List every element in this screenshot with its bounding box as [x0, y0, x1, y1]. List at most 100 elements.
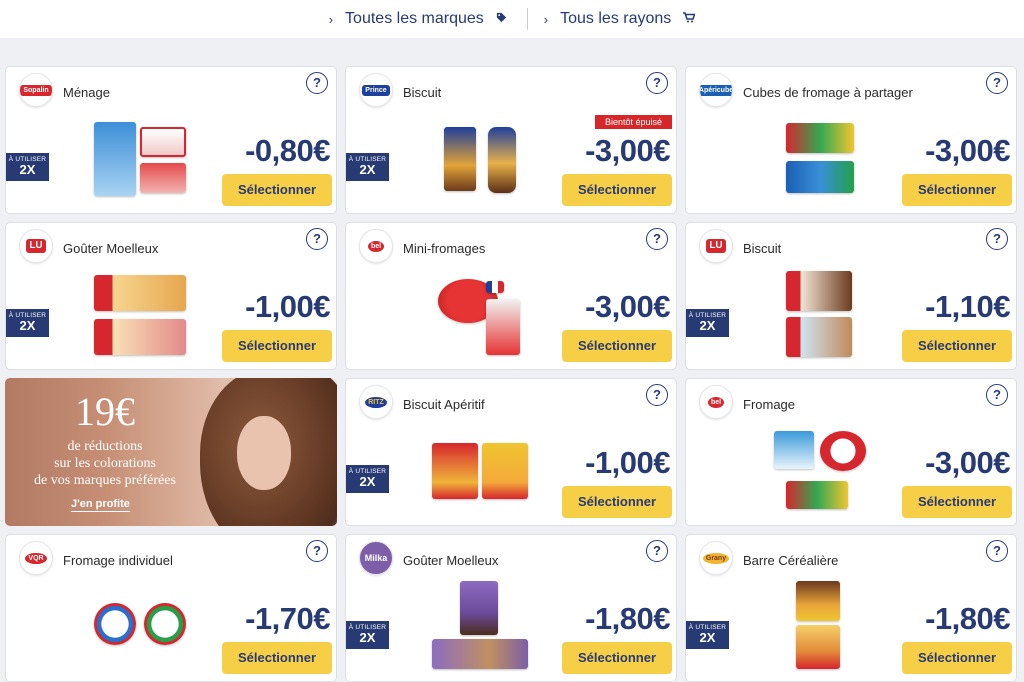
coupon-category: Goûter Moelleux: [403, 553, 499, 568]
use-twice-badge: À UTILISER 2X: [6, 153, 49, 181]
use-twice-badge: À UTILISER 2X: [346, 153, 389, 181]
select-button[interactable]: Sélectionner: [562, 330, 672, 362]
discount-amount: -3,00€: [585, 133, 670, 168]
select-button[interactable]: Sélectionner: [562, 486, 672, 518]
product-image: [786, 271, 852, 311]
help-icon[interactable]: ?: [646, 384, 668, 406]
help-icon[interactable]: ?: [986, 72, 1008, 94]
top-navigation: › Toutes les marques › Tous les rayons: [0, 0, 1024, 38]
use-twice-badge: À UTILISER 2X: [686, 309, 729, 337]
help-icon[interactable]: ?: [646, 72, 668, 94]
brand-logo-babybel: bel: [699, 385, 733, 419]
product-image: [460, 581, 498, 635]
coupon-card-fromage: bel Fromage ? -3,00€ Sélectionner: [685, 378, 1017, 526]
discount-amount: -3,00€: [925, 133, 1010, 168]
help-icon[interactable]: ?: [646, 228, 668, 250]
use-twice-badge: À UTILISER 2X: [346, 465, 389, 493]
product-image: [786, 481, 848, 509]
brand-logo-babybel: bel: [359, 229, 393, 263]
tag-icon: [496, 12, 507, 26]
help-icon[interactable]: ?: [646, 540, 668, 562]
select-button[interactable]: Sélectionner: [902, 642, 1012, 674]
coupon-category: Fromage: [743, 397, 796, 412]
coupon-card-ritz: RITZ Biscuit Apéritif ? À UTILISER 2X -1,…: [345, 378, 677, 526]
product-image: [482, 443, 528, 499]
all-brands-label: Toutes les marques: [345, 10, 484, 27]
coupon-card-biscuit-prince: Prince Biscuit ? Bientôt épuisé À UTILIS…: [345, 66, 677, 214]
select-button[interactable]: Sélectionner: [222, 174, 332, 206]
coupon-card-biscuit-lu: LU Biscuit ? À UTILISER 2X -1,10€ Sélecti…: [685, 222, 1017, 370]
use-twice-badge: À UTILISER 2X: [6, 309, 49, 337]
discount-amount: -1,00€: [585, 445, 670, 480]
help-icon[interactable]: ?: [986, 384, 1008, 406]
use-twice-badge: À UTILISER 2X: [686, 621, 729, 649]
discount-amount: -0,80€: [245, 133, 330, 168]
coupon-category: Barre Céréalière: [743, 553, 839, 568]
coupon-grid: Sopalin Ménage ? À UTILISER 2X -0,80€ Sél…: [5, 66, 1019, 682]
select-button[interactable]: Sélectionner: [222, 330, 332, 362]
product-image: [820, 431, 866, 471]
help-icon[interactable]: ?: [306, 228, 328, 250]
brand-logo-grany: Grany: [699, 541, 733, 575]
promo-banner-colorations[interactable]: 19€ de réductions sur les colorations de…: [5, 378, 337, 526]
coupon-card-mini-fromages: bel Mini-fromages ? -3,00€ Sélectionner: [345, 222, 677, 370]
brand-logo-ritz: RITZ: [359, 385, 393, 419]
coupon-category: Fromage individuel: [63, 553, 173, 568]
select-button[interactable]: Sélectionner: [222, 642, 332, 674]
select-button[interactable]: Sélectionner: [902, 330, 1012, 362]
model-face-image: [237, 416, 291, 490]
product-image: [796, 625, 840, 669]
coupon-category: Cubes de fromage à partager: [743, 85, 913, 100]
product-image: [140, 127, 186, 157]
brand-logo-milka: Milka: [359, 541, 393, 575]
product-image: [786, 317, 852, 357]
coupon-card-gouter-lu: LU Goûter Moelleux ? À UTILISER 2X -1,00€…: [5, 222, 337, 370]
coupon-card-gouter-milka: Milka Goûter Moelleux ? À UTILISER 2X -1,…: [345, 534, 677, 682]
low-stock-badge: Bientôt épuisé: [594, 115, 672, 129]
product-image: [140, 163, 186, 193]
select-button[interactable]: Sélectionner: [902, 486, 1012, 518]
coupon-card-menage: Sopalin Ménage ? À UTILISER 2X -0,80€ Sél…: [5, 66, 337, 214]
help-icon[interactable]: ?: [986, 228, 1008, 250]
promo-text-line1: de réductions: [67, 439, 143, 454]
product-image: [486, 281, 504, 293]
product-image: [144, 603, 186, 645]
coupon-card-barre-cerealiere: Grany Barre Céréalière ? À UTILISER 2X -1…: [685, 534, 1017, 682]
promo-cta-link[interactable]: J'en profite: [71, 498, 130, 512]
select-button[interactable]: Sélectionner: [562, 642, 672, 674]
chevron-right-icon: ›: [543, 11, 549, 27]
coupon-category: Ménage: [63, 85, 110, 100]
brand-logo-apericube: Apéricube: [699, 73, 733, 107]
discount-amount: -1,80€: [925, 601, 1010, 636]
product-image: [94, 122, 136, 196]
select-button[interactable]: Sélectionner: [562, 174, 672, 206]
brand-logo-vache-qui-rit: VQR: [19, 541, 53, 575]
nav-divider: [526, 8, 528, 30]
coupon-category: Biscuit Apéritif: [403, 397, 485, 412]
brand-logo-prince: Prince: [359, 73, 393, 107]
help-icon[interactable]: ?: [986, 540, 1008, 562]
promo-amount: 19€: [75, 389, 135, 434]
product-image: [786, 161, 854, 193]
select-button[interactable]: Sélectionner: [902, 174, 1012, 206]
brand-logo-lu: LU: [699, 229, 733, 263]
chevron-right-icon: ›: [328, 11, 334, 27]
product-image: [94, 319, 186, 355]
coupon-category: Biscuit: [403, 85, 442, 100]
product-image: [432, 639, 528, 669]
coupon-card-apericube: Apéricube Cubes de fromage à partager ? …: [685, 66, 1017, 214]
product-image: [774, 431, 814, 469]
discount-amount: -1,10€: [925, 289, 1010, 324]
all-brands-link[interactable]: › Toutes les marques: [329, 10, 507, 28]
help-icon[interactable]: ?: [306, 540, 328, 562]
all-departments-link[interactable]: › Tous les rayons: [544, 10, 696, 28]
product-image: [444, 127, 476, 191]
cart-icon: [683, 12, 696, 26]
product-image: [488, 127, 516, 193]
product-image: [786, 123, 854, 153]
discount-amount: -3,00€: [585, 289, 670, 324]
help-icon[interactable]: ?: [306, 72, 328, 94]
promo-text-line2: sur les colorations: [54, 456, 156, 471]
coupon-card-fromage-individuel: VQR Fromage individuel ? -1,70€ Sélectio…: [5, 534, 337, 682]
promo-text-line3: de vos marques préférées: [34, 473, 176, 488]
